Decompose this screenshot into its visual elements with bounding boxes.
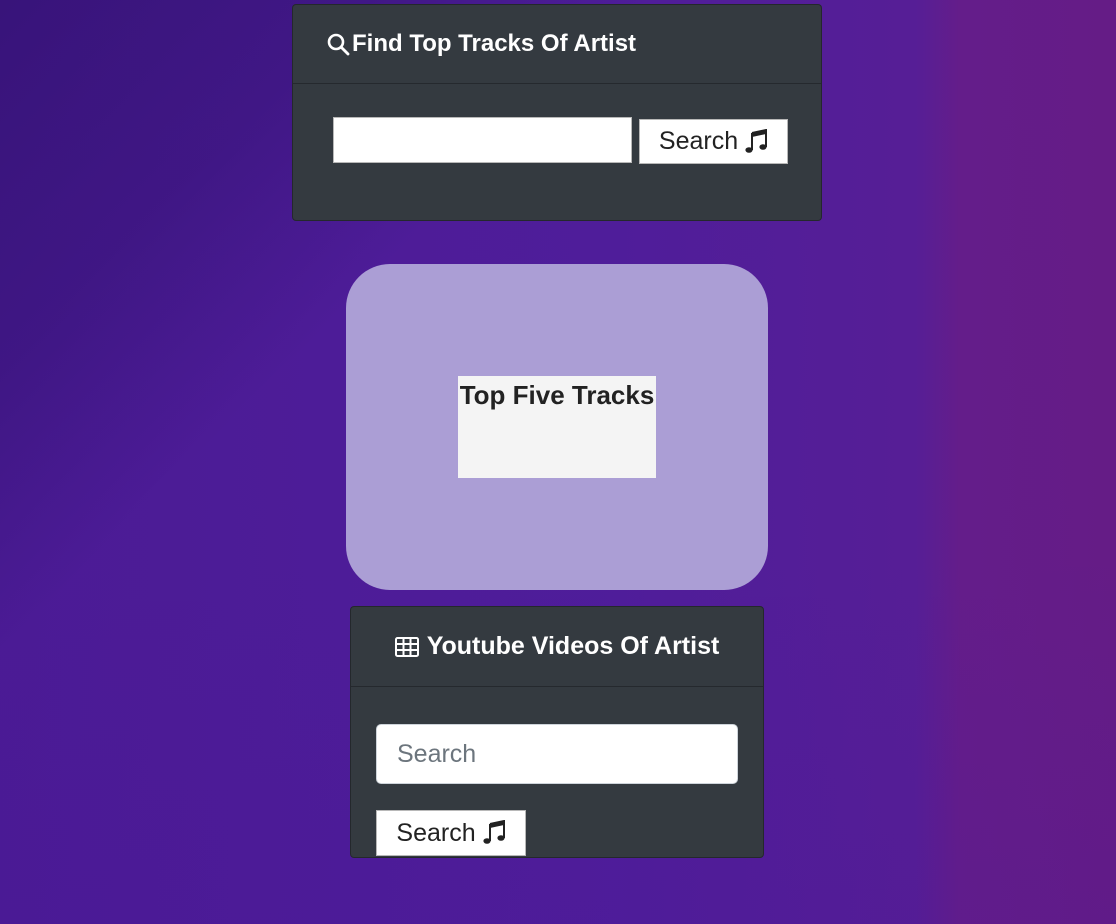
music-note-icon <box>744 128 768 155</box>
youtube-search-button[interactable]: Search <box>376 810 526 856</box>
music-note-icon <box>482 820 506 846</box>
youtube-videos-header: Youtube Videos Of Artist <box>351 607 763 687</box>
find-tracks-search-button[interactable]: Search <box>639 119 788 164</box>
find-top-tracks-card: Find Top Tracks Of Artist Search <box>292 4 822 221</box>
youtube-videos-title: Youtube Videos Of Artist <box>426 632 720 660</box>
find-tracks-search-label: Search <box>658 127 739 155</box>
table-icon <box>394 636 419 658</box>
top-five-list: Top Five Tracks <box>458 376 656 478</box>
find-top-tracks-title: Find Top Tracks Of Artist <box>352 30 637 57</box>
youtube-search-input[interactable] <box>376 724 738 784</box>
top-five-title: Top Five Tracks <box>459 380 655 410</box>
search-icon <box>326 32 350 56</box>
find-top-tracks-header: Find Top Tracks Of Artist <box>293 5 821 84</box>
youtube-videos-card: Youtube Videos Of Artist Search <box>350 606 764 858</box>
top-five-panel: Top Five Tracks <box>346 264 768 590</box>
youtube-search-label: Search <box>396 818 476 847</box>
artist-search-input[interactable] <box>333 117 632 163</box>
